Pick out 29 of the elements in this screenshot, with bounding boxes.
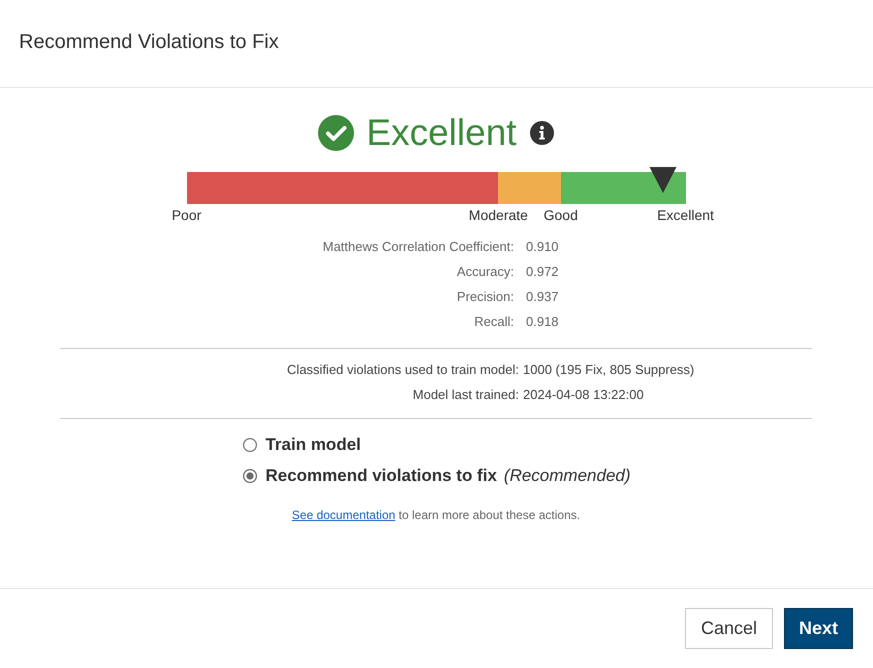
option-label[interactable]: Train model — [265, 434, 361, 454]
recommended-note: (Recommended) — [504, 466, 631, 486]
info-value: 1000 (195 Fix, 805 Suppress) — [523, 361, 694, 379]
documentation-link[interactable]: See documentation — [292, 508, 396, 522]
rating-label: Excellent — [366, 113, 517, 153]
dialog-title: Recommend Violations to Fix — [19, 30, 279, 54]
check-circle-icon — [318, 115, 354, 151]
info-value: 2024-04-08 13:22:00 — [523, 386, 644, 404]
info-icon[interactable] — [530, 121, 554, 145]
scale-label: Moderate — [468, 207, 528, 223]
info-label: Model last trained: — [412, 386, 519, 404]
option-label[interactable]: Recommend violations to fix — [265, 466, 497, 486]
radio-button[interactable] — [243, 468, 258, 482]
metric-value: 0.918 — [526, 313, 559, 331]
metric-label: Precision: — [456, 288, 514, 306]
scale-label: Poor — [172, 207, 202, 223]
cancel-button[interactable]: Cancel — [684, 608, 773, 649]
radio-button[interactable] — [243, 438, 258, 452]
metric-label: Accuracy: — [456, 263, 514, 281]
metric-label: Matthews Correlation Coefficient: — [322, 238, 514, 256]
scale-label: Excellent — [657, 207, 714, 223]
metric-value: 0.937 — [526, 288, 559, 306]
metric-value: 0.910 — [526, 238, 559, 256]
scale-label: Good — [544, 207, 578, 223]
info-label: Classified violations used to train model: — [287, 361, 519, 379]
next-button[interactable]: Next — [784, 608, 853, 649]
metric-label: Recall: — [474, 313, 514, 331]
metric-value: 0.972 — [526, 263, 559, 281]
help-text: See documentation to learn more about these actions. — [292, 507, 580, 523]
